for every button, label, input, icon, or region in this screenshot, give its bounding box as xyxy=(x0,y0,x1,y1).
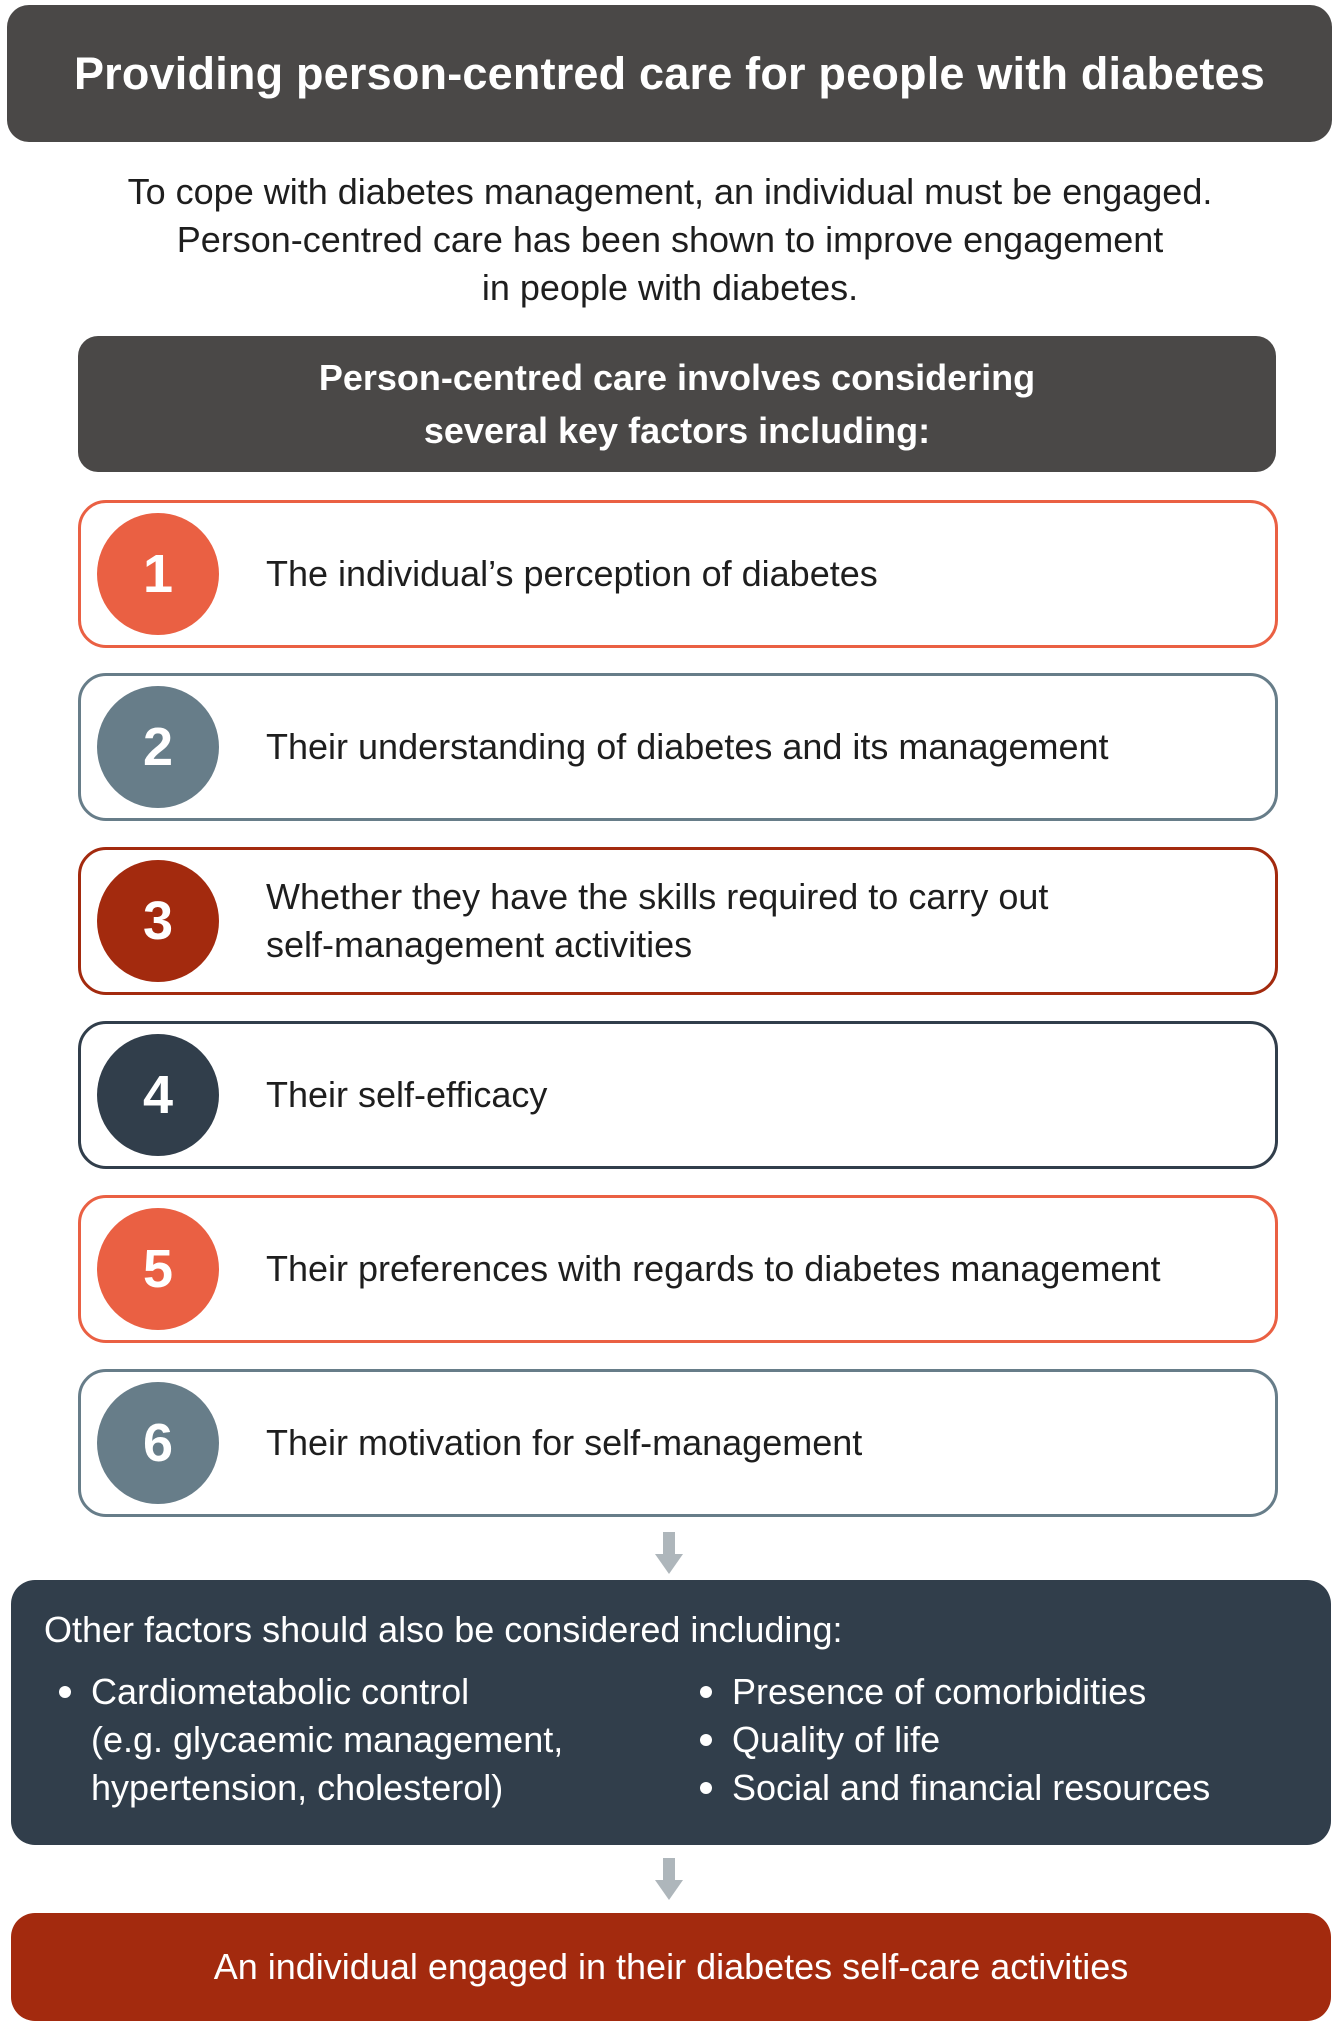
result-text: An individual engaged in their diabetes … xyxy=(213,1946,1129,1987)
list-item-line: Social and financial resources xyxy=(732,1767,1211,1808)
bullet-icon xyxy=(700,1686,712,1698)
key-factors-header: Person-centred care involves considering… xyxy=(78,336,1276,472)
title-bar: Providing person-centred care for people… xyxy=(7,5,1332,142)
factor-card-3: 3 Whether they have the skills required … xyxy=(78,847,1278,995)
factor-number-badge: 6 xyxy=(97,1382,219,1504)
factor-label-line: Their preferences with regards to diabet… xyxy=(266,1248,1161,1289)
intro-text: To cope with diabetes management, an ind… xyxy=(40,168,1300,312)
factor-card-5: 5 Their preferences with regards to diab… xyxy=(78,1195,1278,1343)
key-factors-header-line: Person-centred care involves considering xyxy=(318,357,1036,398)
factor-label-line: Their understanding of diabetes and its … xyxy=(266,726,1109,767)
factor-number-badge: 5 xyxy=(97,1208,219,1330)
list-item-line: hypertension, cholesterol) xyxy=(91,1767,504,1808)
list-item: Quality of life xyxy=(694,1716,1314,1764)
list-item-line: Quality of life xyxy=(732,1719,941,1760)
intro-line: in people with diabetes. xyxy=(481,267,859,308)
list-item-line: (e.g. glycaemic management, xyxy=(91,1719,564,1760)
other-factors-heading: Other factors should also be considered … xyxy=(44,1609,843,1650)
list-item: Social and financial resources xyxy=(694,1764,1314,1812)
factor-card-4: 4 Their self-efficacy xyxy=(78,1021,1278,1169)
factor-label: Their motivation for self-management xyxy=(266,1372,1256,1514)
intro-line: Person-centred care has been shown to im… xyxy=(176,219,1164,260)
factor-card-1: 1 The individual’s perception of diabete… xyxy=(78,500,1278,648)
page-title: Providing person-centred care for people… xyxy=(73,47,1266,99)
other-factors-list-left: Cardiometabolic control (e.g. glycaemic … xyxy=(53,1668,653,1812)
intro-line: To cope with diabetes management, an ind… xyxy=(127,171,1213,212)
factor-label: Their self-efficacy xyxy=(266,1024,1256,1166)
factor-number-badge: 2 xyxy=(97,686,219,808)
down-arrow-icon xyxy=(655,1858,683,1902)
factor-label-line: Their motivation for self-management xyxy=(266,1422,863,1463)
list-item-line: Cardiometabolic control xyxy=(91,1671,470,1712)
factor-label: Their understanding of diabetes and its … xyxy=(266,676,1256,818)
list-item-line: Presence of comorbidities xyxy=(732,1671,1147,1712)
factor-label-line: The individual’s perception of diabetes xyxy=(266,553,878,594)
list-item: Cardiometabolic control (e.g. glycaemic … xyxy=(53,1668,653,1812)
other-factors-list-right: Presence of comorbidities Quality of lif… xyxy=(694,1668,1314,1812)
down-arrow-icon xyxy=(655,1532,683,1576)
factor-label: Whether they have the skills required to… xyxy=(266,850,1256,992)
factor-card-6: 6 Their motivation for self-management xyxy=(78,1369,1278,1517)
bullet-icon xyxy=(700,1734,712,1746)
factor-label: The individual’s perception of diabetes xyxy=(266,503,1256,645)
factor-number-badge: 3 xyxy=(97,860,219,982)
result-box: An individual engaged in their diabetes … xyxy=(11,1913,1331,2021)
factor-label-line: Their self-efficacy xyxy=(266,1074,548,1115)
factor-card-2: 2 Their understanding of diabetes and it… xyxy=(78,673,1278,821)
bullet-icon xyxy=(700,1782,712,1794)
key-factors-header-line: several key factors including: xyxy=(423,410,931,451)
bullet-icon xyxy=(59,1686,71,1698)
factor-label: Their preferences with regards to diabet… xyxy=(266,1198,1256,1340)
factor-label-line: self-management activities xyxy=(266,924,693,965)
list-item: Presence of comorbidities xyxy=(694,1668,1314,1716)
factor-number-badge: 1 xyxy=(97,513,219,635)
factor-number-badge: 4 xyxy=(97,1034,219,1156)
factor-label-line: Whether they have the skills required to… xyxy=(266,876,1049,917)
other-factors-box: Other factors should also be considered … xyxy=(11,1580,1331,1845)
